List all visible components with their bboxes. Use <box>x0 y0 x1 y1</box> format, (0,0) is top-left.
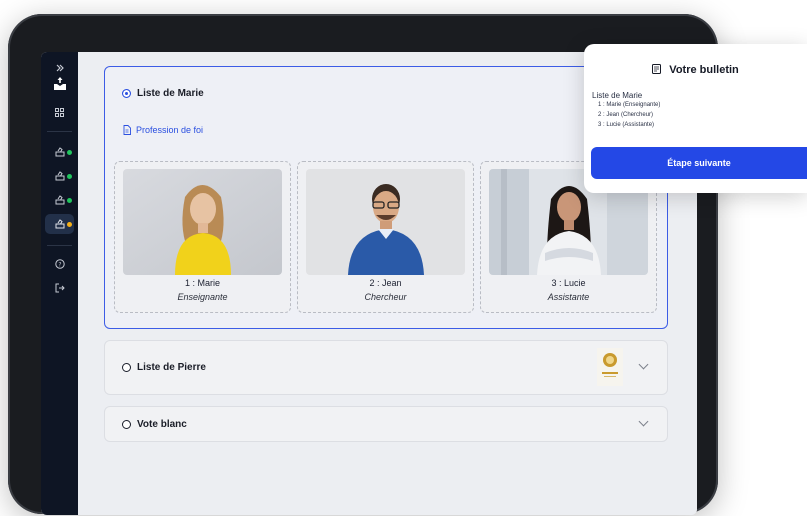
radio-vote-blanc[interactable] <box>122 420 131 429</box>
ballot-box-icon <box>55 219 64 229</box>
next-step-button[interactable]: Étape suivante <box>591 147 807 179</box>
ballot-box-icon <box>55 171 64 181</box>
ballot-box-icon <box>55 195 64 205</box>
ballot-document-icon <box>652 64 662 74</box>
ballot-summary-panel: Votre bulletin Liste de Marie 1 : Marie … <box>584 44 807 193</box>
sidebar-divider <box>47 245 72 246</box>
sidebar-item-election-1[interactable] <box>41 142 78 162</box>
candidate-role: Enseignante <box>177 292 228 302</box>
ballot-line-3: 3 : Lucie (Assistante) <box>598 122 655 128</box>
ballot-box-icon <box>55 147 64 157</box>
chevron-down-icon[interactable] <box>638 416 649 427</box>
list-logo <box>597 348 623 386</box>
list-title: Vote blanc <box>137 419 187 430</box>
logout-icon[interactable] <box>41 278 78 298</box>
chevron-down-icon[interactable] <box>638 359 649 370</box>
list-title: Liste de Pierre <box>137 362 206 373</box>
candidate-name: 1 : Marie <box>184 278 220 288</box>
ballot-line-1: 1 : Marie (Enseignante) <box>598 102 661 108</box>
panel-title: Votre bulletin <box>584 64 807 76</box>
sidebar-item-election-2[interactable] <box>41 166 78 186</box>
ballot-list-name: Liste de Marie <box>592 91 643 100</box>
radio-liste-marie[interactable] <box>122 89 131 98</box>
radio-liste-pierre[interactable] <box>122 363 131 372</box>
sidebar-item-election-3[interactable] <box>41 190 78 210</box>
sidebar-item-election-4[interactable] <box>45 214 74 234</box>
link-label: Profession de foi <box>136 125 204 135</box>
candidate-role: Chercheur <box>364 292 407 302</box>
dashboard-grid-icon[interactable] <box>41 102 78 122</box>
candidate-name: 3 : Lucie <box>551 278 586 288</box>
status-dot <box>67 150 72 155</box>
help-icon[interactable]: ? <box>41 254 78 274</box>
list-card-pierre[interactable]: Liste de Pierre <box>104 340 668 395</box>
candidate-photo-marie <box>123 169 282 275</box>
document-icon <box>123 125 131 135</box>
list-title: Liste de Marie <box>137 88 204 99</box>
candidate-card-1[interactable]: 1 : Marie Enseignante <box>114 161 291 313</box>
candidate-role: Assistante <box>547 292 590 302</box>
status-dot <box>67 222 72 227</box>
sidebar-divider <box>47 131 72 132</box>
status-dot <box>67 174 72 179</box>
panel-title-text: Votre bulletin <box>669 64 739 76</box>
candidate-photo-jean <box>306 169 465 275</box>
sidebar: ? <box>41 52 78 515</box>
svg-text:?: ? <box>58 261 61 268</box>
list-card-vote-blanc[interactable]: Vote blanc <box>104 406 668 442</box>
ballot-line-2: 2 : Jean (Chercheur) <box>598 112 654 118</box>
status-dot <box>67 198 72 203</box>
app-logo-icon[interactable] <box>41 74 78 94</box>
candidate-card-2[interactable]: 2 : Jean Chercheur <box>297 161 474 313</box>
profession-de-foi-link[interactable]: Profession de foi <box>123 125 203 135</box>
candidate-name: 2 : Jean <box>369 278 402 288</box>
